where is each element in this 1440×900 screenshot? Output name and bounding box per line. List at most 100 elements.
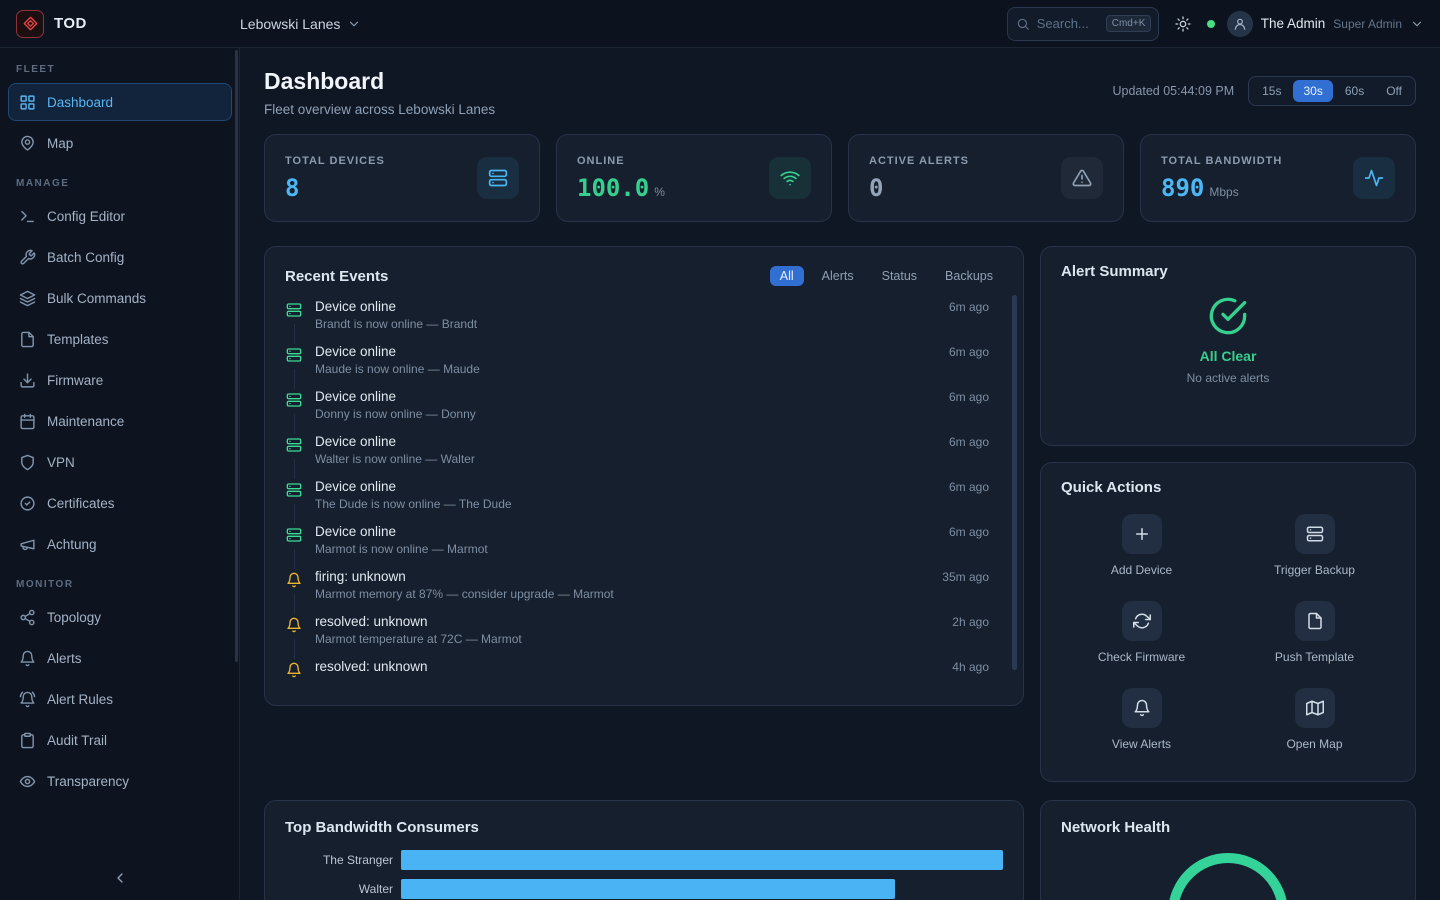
event-row[interactable]: Device online 6m ago Brandt is now onlin… <box>285 299 989 344</box>
quick-action-button[interactable]: View Alerts <box>1061 688 1222 751</box>
topbar: TOD Lebowski Lanes Cmd+K The Admin Super… <box>0 0 1440 48</box>
sidebar-item[interactable]: Audit Trail <box>8 721 232 759</box>
sidebar-item[interactable]: Firmware <box>8 361 232 399</box>
timeline-connector <box>294 324 295 344</box>
refresh-icon <box>1133 612 1151 630</box>
event-row[interactable]: Device online 6m ago Donny is now online… <box>285 389 989 434</box>
events-filter-tab[interactable]: Alerts <box>812 266 864 286</box>
sidebar-scrollbar[interactable] <box>235 50 238 662</box>
timeline-connector <box>294 459 295 479</box>
sidebar-item[interactable]: Certificates <box>8 484 232 522</box>
refresh-interval-control: 15s 30s 60s Off <box>1248 76 1416 106</box>
quick-action-button[interactable]: Open Map <box>1234 688 1395 751</box>
sidebar-item[interactable]: Config Editor <box>8 197 232 235</box>
event-detail: Donny is now online — Donny <box>315 407 989 421</box>
calendar-icon <box>19 413 36 430</box>
refresh-option[interactable]: Off <box>1376 80 1412 102</box>
timeline-connector <box>294 594 295 614</box>
sidebar-item[interactable]: Maintenance <box>8 402 232 440</box>
event-time: 6m ago <box>949 435 989 449</box>
event-title: Device online <box>315 524 396 539</box>
event-title: Device online <box>315 479 396 494</box>
sidebar-item-label: Config Editor <box>47 209 125 224</box>
sidebar-item-label: Alert Rules <box>47 692 113 707</box>
event-time: 35m ago <box>942 570 989 584</box>
stat-label: TOTAL BANDWIDTH <box>1161 155 1282 167</box>
quick-action-button[interactable]: Push Template <box>1234 601 1395 664</box>
sidebar-section-manage: MANAGE <box>16 178 223 189</box>
event-row[interactable]: firing: unknown 35m ago Marmot memory at… <box>285 569 989 614</box>
search-input[interactable] <box>1037 16 1099 31</box>
timeline-connector <box>294 639 295 659</box>
quick-actions-card: Quick Actions Add Device Trigger Backup <box>1040 462 1416 782</box>
user-menu[interactable]: The Admin Super Admin <box>1227 11 1424 37</box>
event-row[interactable]: Device online 6m ago Maude is now online… <box>285 344 989 389</box>
sidebar-item-label: VPN <box>47 455 75 470</box>
events-filter-tab[interactable]: Backups <box>935 266 1003 286</box>
stat-icon-chip <box>1061 157 1103 199</box>
stat-icon-chip <box>477 157 519 199</box>
events-list: Device online 6m ago Brandt is now onlin… <box>285 299 1003 706</box>
network-health-card: Network Health 100 <box>1040 800 1416 900</box>
sidebar-item[interactable]: Dashboard <box>8 83 232 121</box>
event-row[interactable]: Device online 6m ago The Dude is now onl… <box>285 479 989 524</box>
refresh-option[interactable]: 60s <box>1335 80 1374 102</box>
sidebar-item[interactable]: VPN <box>8 443 232 481</box>
chevron-left-icon <box>112 870 128 886</box>
sidebar-item[interactable]: Map <box>8 124 232 162</box>
sidebar-item[interactable]: Achtung <box>8 525 232 563</box>
brand[interactable]: TOD <box>16 10 228 38</box>
quick-action-label: Open Map <box>1286 737 1342 751</box>
server-icon <box>286 302 302 318</box>
search-box[interactable]: Cmd+K <box>1007 7 1159 41</box>
badge-check-icon <box>19 495 36 512</box>
sidebar-item[interactable]: Alerts <box>8 639 232 677</box>
sidebar-item[interactable]: Transparency <box>8 762 232 800</box>
refresh-option[interactable]: 15s <box>1252 80 1291 102</box>
theme-toggle-button[interactable] <box>1171 12 1195 36</box>
sidebar-item[interactable]: Bulk Commands <box>8 279 232 317</box>
sidebar-item[interactable]: Templates <box>8 320 232 358</box>
org-switcher[interactable]: Lebowski Lanes <box>240 16 361 32</box>
bandwidth-title: Top Bandwidth Consumers <box>285 819 1003 836</box>
stat-icon-chip <box>1353 157 1395 199</box>
sidebar-item-label: Achtung <box>47 537 97 552</box>
refresh-option[interactable]: 30s <box>1293 80 1332 102</box>
chevron-down-icon <box>347 17 361 31</box>
sidebar-item[interactable]: Topology <box>8 598 232 636</box>
sidebar-item[interactable]: Alert Rules <box>8 680 232 718</box>
megaphone-icon <box>19 536 36 553</box>
events-filter-tab[interactable]: Status <box>872 266 927 286</box>
bell-icon <box>286 572 302 588</box>
updated-timestamp: Updated 05:44:09 PM <box>1113 84 1235 98</box>
server-icon <box>1306 525 1324 543</box>
sidebar-item-label: Map <box>47 136 73 151</box>
server-icon <box>286 482 302 498</box>
event-detail: The Dude is now online — The Dude <box>315 497 989 511</box>
stat-card: ONLINE 100.0% <box>556 134 832 222</box>
stat-label: ACTIVE ALERTS <box>869 155 969 167</box>
sidebar-collapse-button[interactable] <box>0 864 239 892</box>
sidebar-item-label: Bulk Commands <box>47 291 146 306</box>
wifi-icon <box>780 168 800 188</box>
quick-action-button[interactable]: Check Firmware <box>1061 601 1222 664</box>
events-filter-tab[interactable]: All <box>770 266 804 286</box>
event-row[interactable]: Device online 6m ago Walter is now onlin… <box>285 434 989 479</box>
event-row[interactable]: Device online 6m ago Marmot is now onlin… <box>285 524 989 569</box>
stat-card: ACTIVE ALERTS 0 <box>848 134 1124 222</box>
clipboard-icon <box>19 732 36 749</box>
quick-action-button[interactable]: Add Device <box>1061 514 1222 577</box>
events-scrollbar[interactable] <box>1012 295 1017 670</box>
sidebar-item[interactable]: Batch Config <box>8 238 232 276</box>
sidebar-nav-manage: Config Editor Batch Config Bulk Commands… <box>0 197 239 563</box>
map-icon <box>1306 699 1324 717</box>
quick-action-button[interactable]: Trigger Backup <box>1234 514 1395 577</box>
plus-icon <box>1133 525 1151 543</box>
event-row[interactable]: resolved: unknown 2h ago Marmot temperat… <box>285 614 989 659</box>
stat-value: 8 <box>285 174 385 202</box>
event-detail: Maude is now online — Maude <box>315 362 989 376</box>
sidebar-item-label: Transparency <box>47 774 129 789</box>
event-row[interactable]: resolved: unknown 4h ago <box>285 659 989 687</box>
app-name: TOD <box>54 15 87 32</box>
diamond-icon <box>23 16 38 31</box>
